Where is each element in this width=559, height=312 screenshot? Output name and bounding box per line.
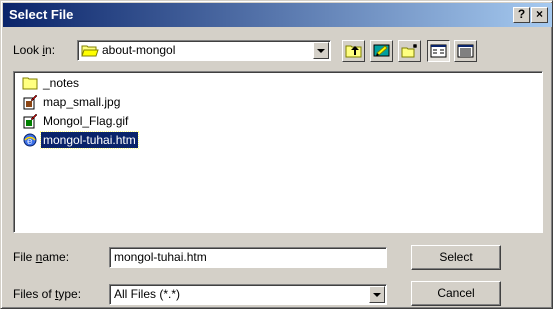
up-one-level-button[interactable] <box>342 40 365 62</box>
htm-file-icon: e <box>22 132 38 148</box>
file-name: _notes <box>43 76 80 90</box>
file-type-label: Files of type: <box>13 287 82 301</box>
file-type-dropdown-arrow[interactable] <box>369 286 385 303</box>
select-button[interactable]: Select <box>411 245 501 270</box>
list-view-icon <box>430 44 447 58</box>
file-name-label: File name: <box>13 250 70 264</box>
select-file-dialog: Select File ? × Look in: about-mongol _n… <box>0 0 553 309</box>
look-in-label: Look in: <box>13 43 56 57</box>
look-in-combo[interactable]: about-mongol <box>77 40 331 61</box>
new-folder-button[interactable] <box>398 40 421 62</box>
file-type-value: All Files (*.*) <box>114 287 181 301</box>
look-in-value: about-mongol <box>102 43 176 57</box>
look-in-dropdown-arrow[interactable] <box>313 42 329 59</box>
file-name: Mongol_Flag.gif <box>43 114 129 128</box>
file-type-combo[interactable]: All Files (*.*) <box>109 284 387 305</box>
title-bar[interactable]: Select File ? × <box>3 3 552 27</box>
new-folder-icon <box>401 44 417 58</box>
help-button[interactable]: ? <box>513 7 530 23</box>
folder-open-icon <box>81 43 99 61</box>
list-view-button[interactable] <box>427 40 450 62</box>
list-item[interactable]: map_small.jpg <box>22 93 122 111</box>
folder-icon <box>22 75 38 91</box>
desktop-icon <box>373 44 390 57</box>
close-button[interactable]: × <box>531 7 548 23</box>
up-one-level-icon <box>345 45 362 58</box>
jpg-file-icon <box>22 94 38 110</box>
file-name-value: mongol-tuhai.htm <box>114 250 207 264</box>
details-view-button[interactable] <box>454 40 477 62</box>
file-name-input[interactable]: mongol-tuhai.htm <box>109 247 387 268</box>
file-list[interactable]: _notes map_small.jpg Mongol_Flag.gif e m… <box>13 71 543 233</box>
desktop-button[interactable] <box>370 40 393 62</box>
list-item[interactable]: _notes <box>22 74 81 92</box>
file-name: map_small.jpg <box>43 95 121 109</box>
dialog-title: Select File <box>9 7 74 22</box>
file-name: mongol-tuhai.htm <box>40 131 139 149</box>
gif-file-icon <box>22 113 38 129</box>
cancel-button[interactable]: Cancel <box>411 281 501 306</box>
svg-text:e: e <box>27 137 32 147</box>
list-item-selected[interactable]: e mongol-tuhai.htm <box>22 131 139 149</box>
list-item[interactable]: Mongol_Flag.gif <box>22 112 130 130</box>
details-view-icon <box>457 44 474 58</box>
